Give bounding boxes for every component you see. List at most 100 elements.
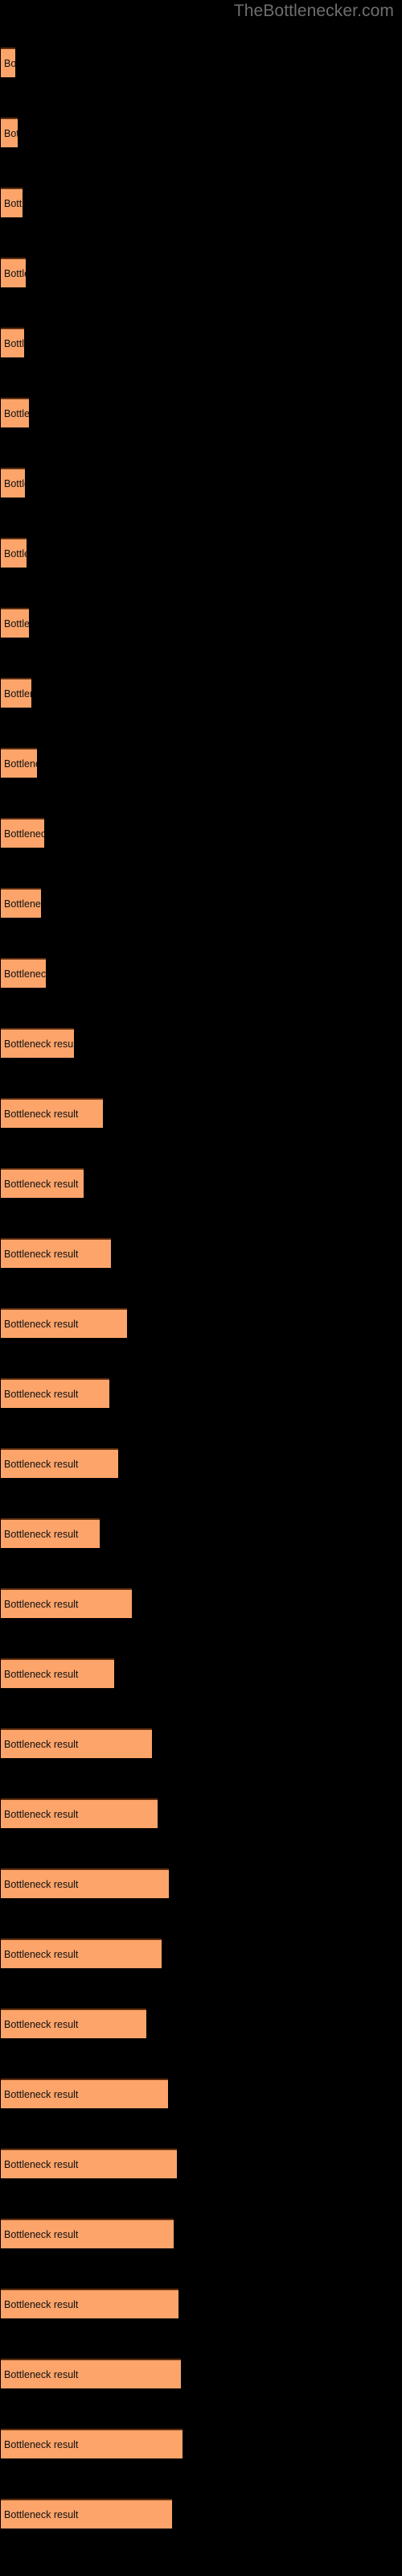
bar: Bottleneck result [1,1238,111,1268]
bar: Bottleneck result [1,1728,152,1758]
bar-label: Bottleneck result [4,2018,79,2030]
bar-label: Bottleneck result [4,1808,79,1820]
bar-label: Bottleneck result [4,898,41,910]
bar-label: Bottleneck result [4,1038,74,1050]
horizontal-bar-chart: Bottleneck result Bottleneck result Bottle… [0,0,402,2576]
bar-label: Bottleneck result [4,2368,79,2380]
bar-row: Bottleneck result [0,2149,402,2178]
bar: Bottleneck result [1,2429,183,2458]
bar-row: Bottleneck result [0,1658,402,1688]
bar: Bottleneck result [1,468,25,497]
bar-row: Bottleneck result [0,1378,402,1408]
bar-label: Bottleneck result [4,1668,79,1680]
bar-label: Bottleneck result [4,1318,79,1330]
bar: Bottleneck result [1,47,15,77]
bar: Bottleneck result [1,1098,103,1128]
bar-row: Bottleneck result [0,1168,402,1198]
bar: Bottleneck result [1,538,27,568]
bar-label: Bottleneck result [4,1178,79,1190]
bar-label: Bottleneck result [4,2508,79,2520]
bar-label: Bottleneck result [4,337,24,349]
bar: Bottleneck result [1,2289,178,2318]
bar: Bottleneck result [1,1868,169,1898]
bar: Bottleneck result [1,1308,127,1338]
bar: Bottleneck result [1,398,29,427]
bar-row: Bottleneck result [0,538,402,568]
bar: Bottleneck result [1,678,31,708]
bar-row: Bottleneck result [0,958,402,988]
bar-label: Bottleneck result [4,547,27,559]
bar-label: Bottleneck result [4,57,15,69]
bar-row: Bottleneck result [0,1448,402,1478]
bar-label: Bottleneck result [4,2438,79,2450]
bar-row: Bottleneck result [0,1238,402,1268]
bar-row: Bottleneck result [0,1588,402,1618]
bar-label: Bottleneck result [4,1108,79,1120]
bar: Bottleneck result [1,1588,132,1618]
bar: Bottleneck result [1,118,18,147]
bar-label: Bottleneck result [4,1528,79,1540]
bar: Bottleneck result [1,1938,162,1968]
bar-row: Bottleneck result [0,888,402,918]
bar: Bottleneck result [1,1798,158,1828]
bar-row: Bottleneck result [0,1028,402,1058]
bar-label: Bottleneck result [4,2088,79,2100]
bar-label: Bottleneck result [4,1948,79,1960]
bar: Bottleneck result [1,2149,177,2178]
bar-label: Bottleneck result [4,267,26,279]
bar-label: Bottleneck result [4,2298,79,2310]
bar-row: Bottleneck result [0,1518,402,1548]
bar: Bottleneck result [1,2359,181,2388]
bar: Bottleneck result [1,2008,146,2038]
bar-row: Bottleneck result [0,2219,402,2248]
bar-row: Bottleneck result [0,398,402,427]
bar: Bottleneck result [1,258,26,287]
bar-row: Bottleneck result [0,2429,402,2458]
bar-row: Bottleneck result [0,678,402,708]
bar-label: Bottleneck result [4,127,18,139]
bar-row: Bottleneck result [0,1308,402,1338]
bar-row: Bottleneck result [0,1938,402,1968]
bar-row: Bottleneck result [0,2359,402,2388]
bar-row: Bottleneck result [0,1798,402,1828]
bar-label: Bottleneck result [4,407,29,419]
bar-label: Bottleneck result [4,1878,79,1890]
bar-row: Bottleneck result [0,608,402,638]
bar-label: Bottleneck result [4,687,31,700]
bar: Bottleneck result [1,2079,168,2108]
bar: Bottleneck result [1,1658,114,1688]
bar-row: Bottleneck result [0,748,402,778]
bar: Bottleneck result [1,1448,118,1478]
bar-label: Bottleneck result [4,477,25,489]
bar: Bottleneck result [1,2499,172,2529]
bar: Bottleneck result [1,1028,74,1058]
bar-label: Bottleneck result [4,1388,79,1400]
bar-row: Bottleneck result [0,2008,402,2038]
bar-row: Bottleneck result [0,468,402,497]
bar: Bottleneck result [1,958,46,988]
bar-label: Bottleneck result [4,1248,79,1260]
bar-label: Bottleneck result [4,1738,79,1750]
bar-label: Bottleneck result [4,2158,79,2170]
bar-row: Bottleneck result [0,1728,402,1758]
bar-label: Bottleneck result [4,1598,79,1610]
bar-row: Bottleneck result [0,258,402,287]
bar-row: Bottleneck result [0,118,402,147]
bar: Bottleneck result [1,188,23,217]
bar: Bottleneck result [1,1168,84,1198]
bar: Bottleneck result [1,748,37,778]
bar: Bottleneck result [1,888,41,918]
bar: Bottleneck result [1,328,24,357]
bar: Bottleneck result [1,2219,174,2248]
bar-label: Bottleneck result [4,828,44,840]
bar: Bottleneck result [1,608,29,638]
bar-row: Bottleneck result [0,47,402,77]
bar-label: Bottleneck result [4,197,23,209]
bar-label: Bottleneck result [4,758,37,770]
bar: Bottleneck result [1,1518,100,1548]
bar-row: Bottleneck result [0,2289,402,2318]
bar-row: Bottleneck result [0,1098,402,1128]
bar-label: Bottleneck result [4,968,46,980]
bar-row: Bottleneck result [0,188,402,217]
bar-row: Bottleneck result [0,2499,402,2529]
